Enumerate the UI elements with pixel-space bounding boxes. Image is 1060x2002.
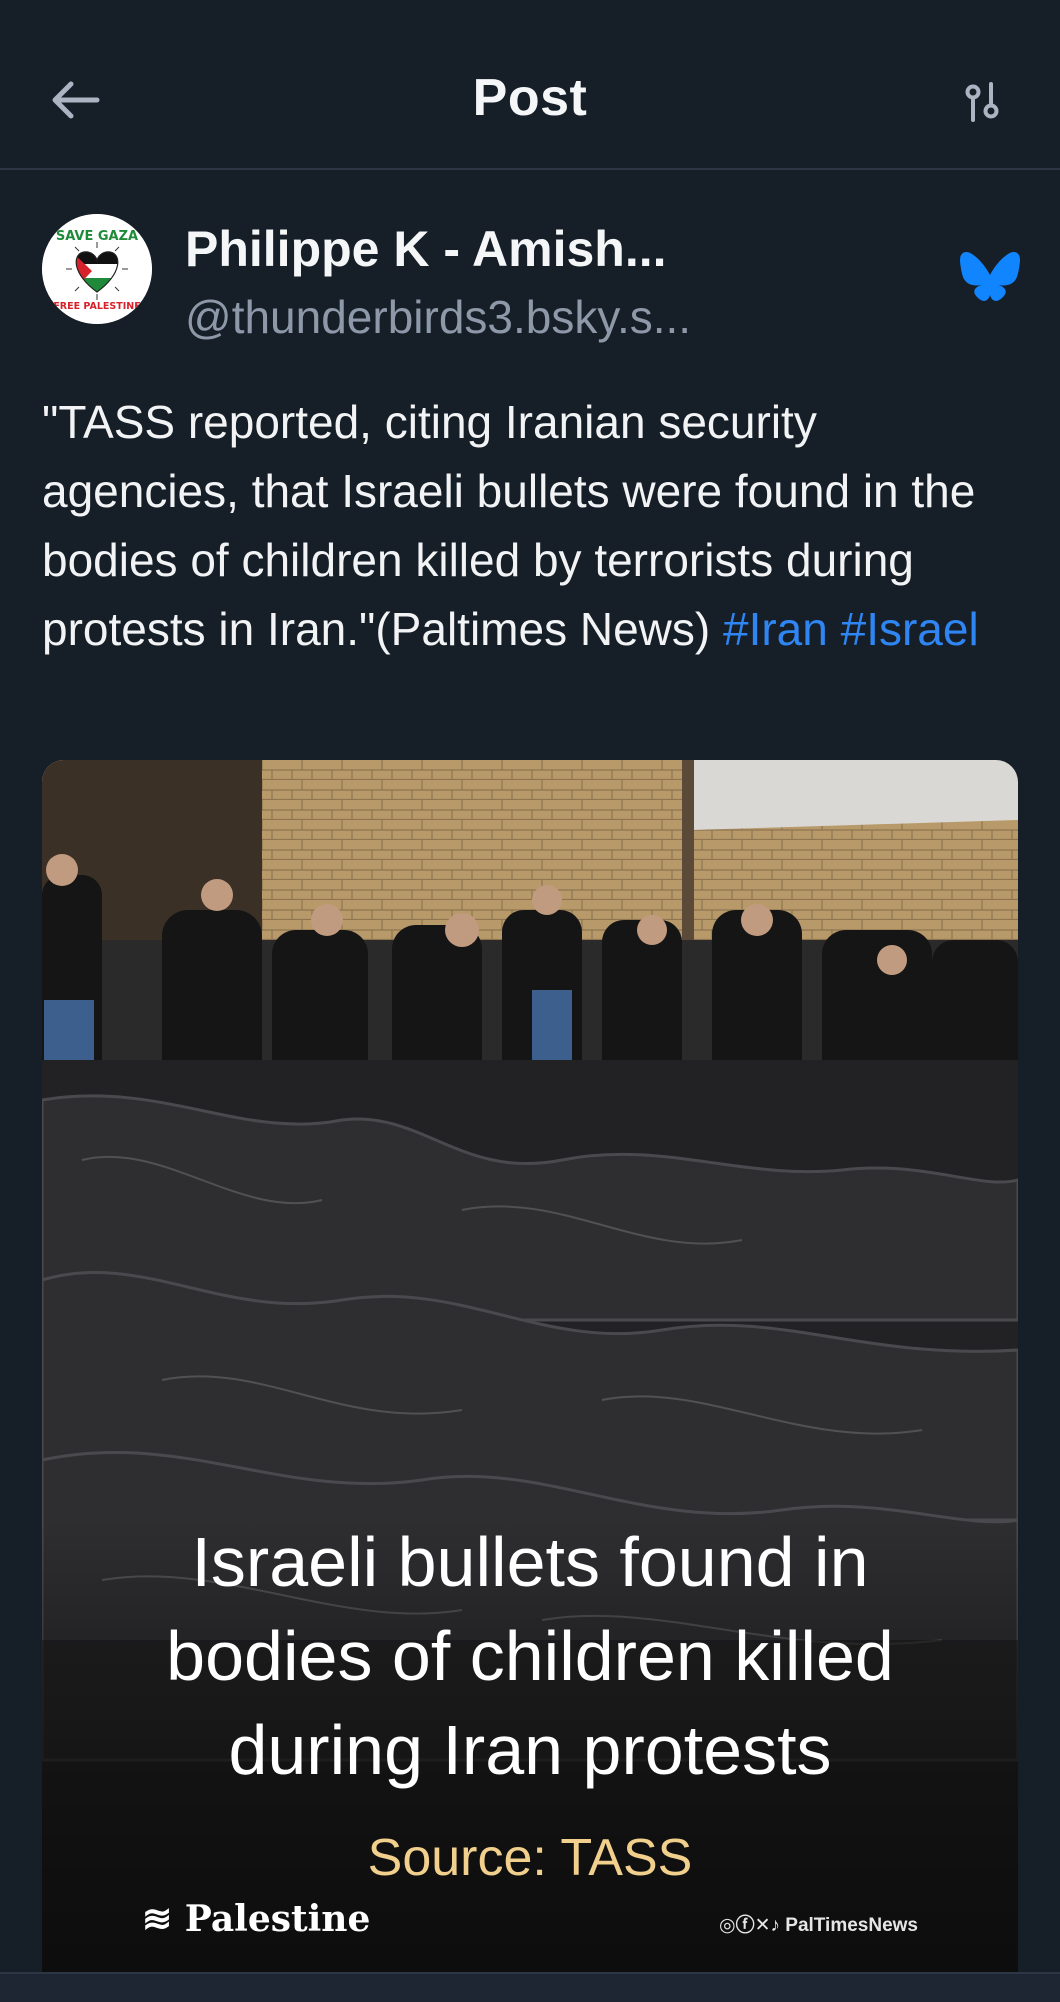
bluesky-butterfly-icon [960, 252, 1020, 301]
save-gaza-heart-avatar: SAVE GAZA FREE PALESTINE [42, 214, 152, 324]
headline-line: bodies of children killed [166, 1617, 894, 1695]
author-handle[interactable]: @thunderbirds3.bsky.s... [185, 290, 691, 344]
brand-mark-icon: ≋ [142, 1898, 173, 1940]
headline-line: during Iran protests [228, 1711, 832, 1789]
post-image[interactable]: Israeli bullets found in bodies of child… [42, 760, 1018, 2000]
svg-text:FREE PALESTINE: FREE PALESTINE [53, 301, 140, 312]
brand-name: Palestine [184, 1898, 371, 1940]
image-headline: Israeli bullets found in bodies of child… [42, 1515, 1018, 1797]
svg-text:SAVE GAZA: SAVE GAZA [56, 229, 138, 244]
hashtag-iran[interactable]: #Iran [723, 603, 828, 655]
hashtag-israel[interactable]: #Israel [841, 603, 979, 655]
headline-line: Israeli bullets found in [191, 1523, 869, 1601]
image-social-handle: ◎ⓕ✕♪ PalTimesNews [719, 1910, 918, 1937]
social-handle-text: PalTimesNews [785, 1915, 918, 1936]
post-author: SAVE GAZA FREE PALESTINE Philippe K - Am… [42, 212, 1022, 344]
photo-scene [42, 760, 1018, 2000]
image-source-caption: Source: TASS [367, 1829, 693, 1887]
thread-settings-button[interactable] [954, 74, 1010, 130]
social-icons: ◎ⓕ✕♪ [718, 1915, 786, 1936]
page-title: Post [472, 69, 588, 127]
sliders-icon [965, 82, 999, 122]
author-display-name[interactable]: Philippe K - Amish... [185, 220, 667, 278]
bottom-edge [0, 1972, 1060, 2002]
image-brand-logo: ≋ Palestine [142, 1898, 370, 1940]
post-text: "TASS reported, citing Iranian security … [42, 396, 976, 655]
avatar[interactable]: SAVE GAZA FREE PALESTINE [42, 214, 152, 324]
post-body: "TASS reported, citing Iranian security … [42, 388, 1022, 664]
top-bar: Post [0, 0, 1060, 170]
